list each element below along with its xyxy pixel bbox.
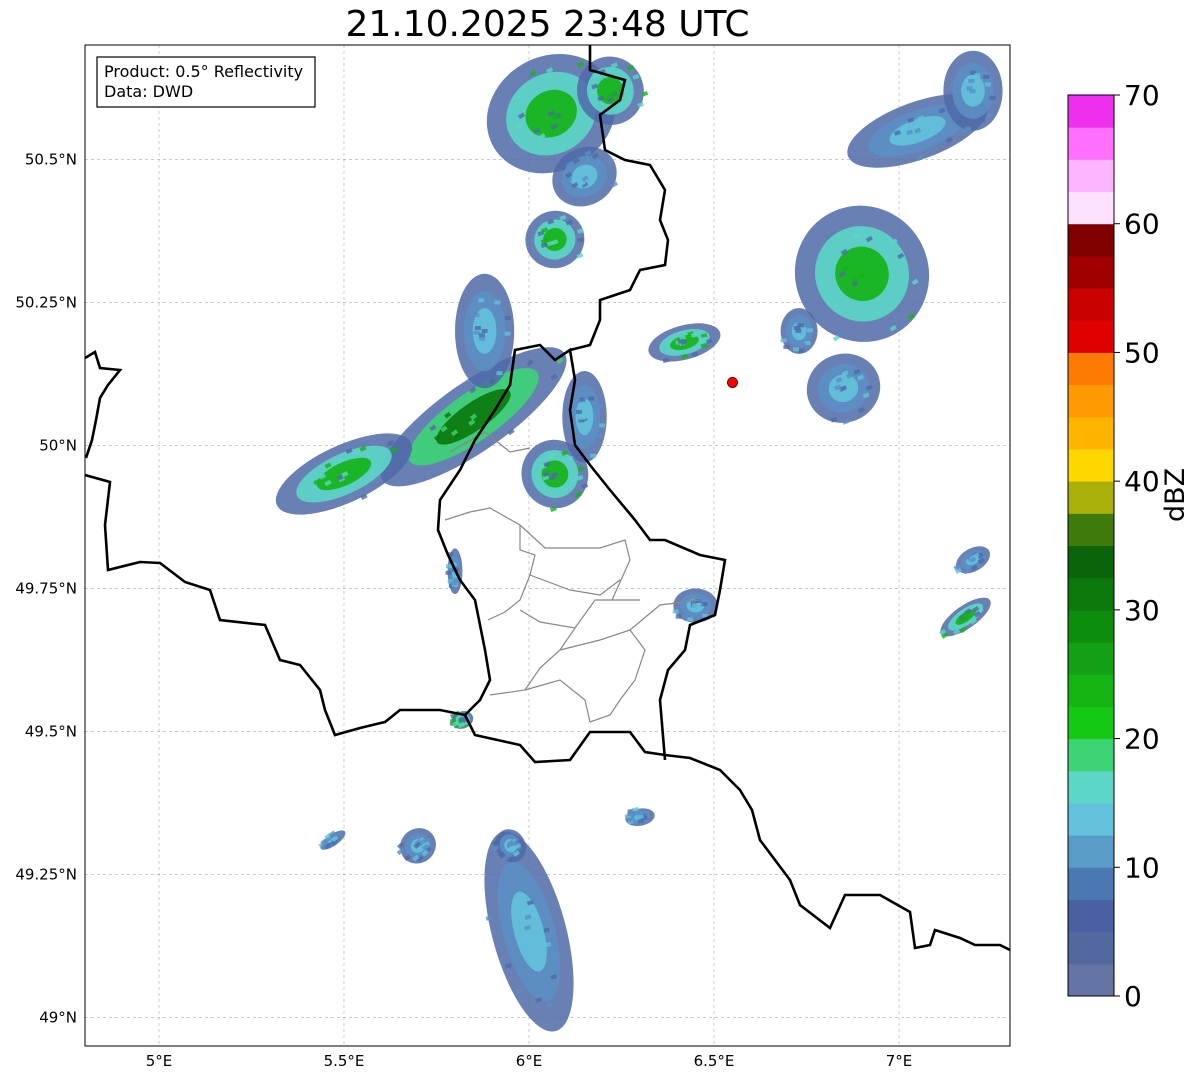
radar-map-figure: 5°E 5.5°E 6°E 6.5°E 7°E 50.5°N 50.25°N 50°N 49.… xyxy=(15,44,1160,1070)
colorbar: 0 10 20 30 40 50 60 70 xyxy=(1067,79,1160,1013)
x-tick-label: 6.5°E xyxy=(694,1052,735,1070)
colorbar-tick-label: 40 xyxy=(1124,465,1160,498)
colorbar-segment xyxy=(1068,95,1114,128)
colorbar-segments xyxy=(1068,95,1114,997)
colorbar-segment xyxy=(1068,835,1114,868)
y-axis-ticks: 50.5°N 50.25°N 50°N 49.75°N 49.5°N 49.25°N 49°… xyxy=(15,150,77,1026)
colorbar-tick-label: 10 xyxy=(1124,851,1160,884)
colorbar-segment xyxy=(1068,963,1114,997)
colorbar-segment xyxy=(1068,191,1114,225)
map-plot-area: 5°E 5.5°E 6°E 6.5°E 7°E 50.5°N 50.25°N 50°N 49.… xyxy=(15,44,1011,1070)
colorbar-segment xyxy=(1068,802,1114,836)
y-tick-label: 49.75°N xyxy=(15,579,77,597)
colorbar-segment xyxy=(1068,609,1114,643)
colorbar-segment xyxy=(1068,127,1114,160)
info-data-source: Data: DWD xyxy=(104,82,193,101)
precip-cell xyxy=(455,273,515,389)
colorbar-segment xyxy=(1068,384,1114,418)
precip-cell xyxy=(780,308,818,354)
colorbar-segment xyxy=(1068,255,1114,289)
x-tick-label: 6°E xyxy=(516,1052,543,1070)
colorbar-segment xyxy=(1068,545,1114,579)
colorbar-segment xyxy=(1068,448,1114,482)
colorbar-ticks: 0 10 20 30 40 50 60 70 xyxy=(1114,79,1160,1013)
colorbar-segment xyxy=(1068,867,1114,900)
colorbar-segment xyxy=(1068,770,1114,804)
x-tick-label: 5°E xyxy=(146,1052,173,1070)
y-tick-label: 49°N xyxy=(39,1008,77,1026)
radar-site-marker xyxy=(727,376,738,388)
x-tick-label: 7°E xyxy=(886,1052,913,1070)
colorbar-segment xyxy=(1068,481,1114,514)
y-tick-label: 49.25°N xyxy=(15,865,77,883)
colorbar-segment xyxy=(1068,899,1114,933)
colorbar-segment xyxy=(1068,320,1114,353)
info-product: Product: 0.5° Reflectivity xyxy=(104,62,303,81)
precip-cell xyxy=(562,371,607,463)
colorbar-tick-label: 30 xyxy=(1124,594,1160,627)
info-box: Product: 0.5° Reflectivity Data: DWD xyxy=(96,56,316,108)
x-axis-ticks: 5°E 5.5°E 6°E 6.5°E 7°E xyxy=(146,1052,913,1070)
y-tick-label: 49.5°N xyxy=(25,722,77,740)
colorbar-tick-label: 0 xyxy=(1124,980,1142,1013)
colorbar-segment xyxy=(1068,931,1114,965)
colorbar-segment xyxy=(1068,738,1114,772)
colorbar-segment xyxy=(1068,513,1114,546)
colorbar-segment xyxy=(1068,642,1114,675)
colorbar-segment xyxy=(1068,706,1114,740)
y-tick-label: 50.25°N xyxy=(15,293,77,311)
colorbar-segment xyxy=(1068,223,1114,257)
colorbar-segment xyxy=(1068,577,1114,611)
precip-cell xyxy=(943,50,1003,131)
colorbar-segment xyxy=(1068,674,1114,707)
colorbar-segment xyxy=(1068,352,1114,386)
colorbar-tick-label: 60 xyxy=(1124,208,1160,241)
radar-site-dot xyxy=(727,376,738,388)
colorbar-tick-label: 70 xyxy=(1124,79,1160,112)
colorbar-segment xyxy=(1068,159,1114,193)
colorbar-tick-label: 50 xyxy=(1124,336,1160,369)
y-tick-label: 50.5°N xyxy=(25,150,77,168)
colorbar-segment xyxy=(1068,288,1114,321)
colorbar-tick-label: 20 xyxy=(1124,723,1160,756)
y-tick-label: 50°N xyxy=(39,436,77,454)
colorbar-label: dBZ xyxy=(1160,467,1191,522)
x-tick-label: 5.5°E xyxy=(324,1052,365,1070)
colorbar-segment xyxy=(1068,416,1114,450)
